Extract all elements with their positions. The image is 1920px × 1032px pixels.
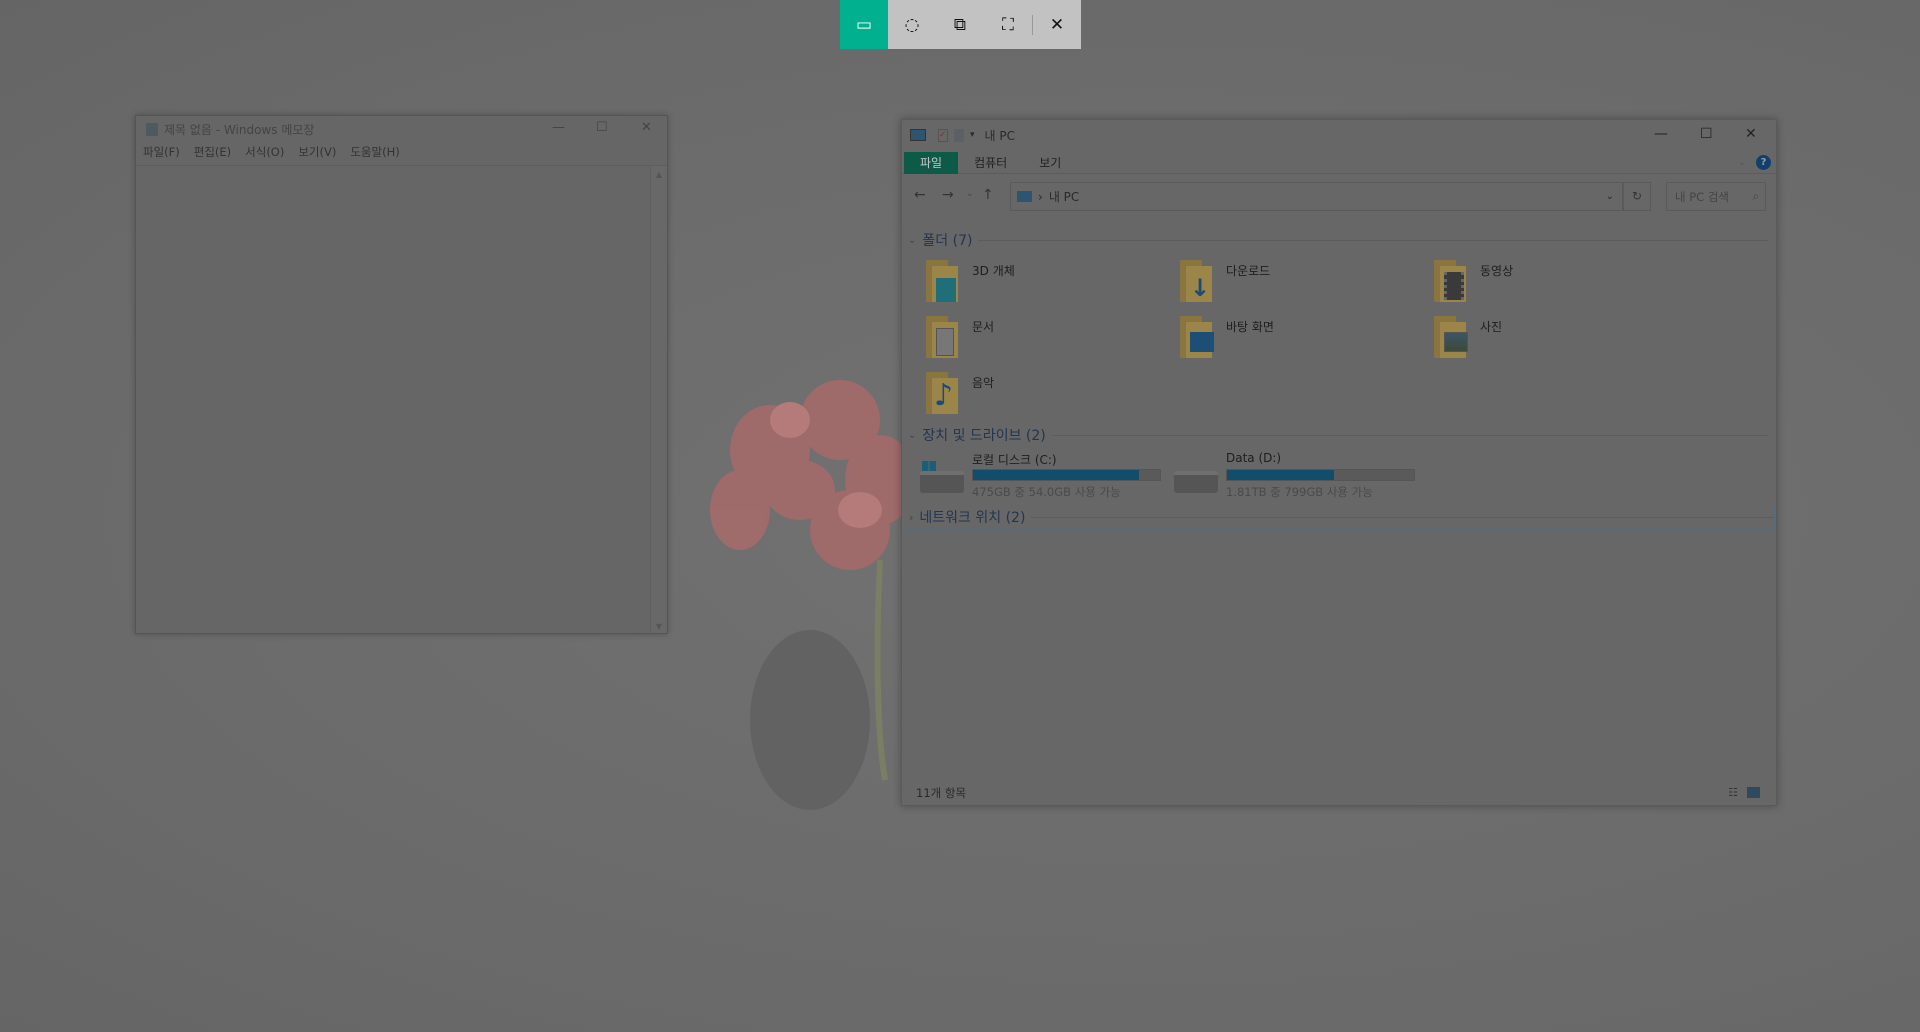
close-button[interactable]: ✕ — [1745, 126, 1757, 142]
vertical-scrollbar[interactable]: ▲ ▼ — [650, 166, 667, 633]
flower-wallpaper — [710, 380, 915, 810]
window-title: 제목 없음 - Windows 메모장 — [164, 122, 315, 137]
fullscreen-snip-button[interactable]: ⛶ — [984, 0, 1032, 49]
menu-help[interactable]: 도움말(H) — [350, 144, 399, 160]
breadcrumb-separator-icon: › — [1038, 189, 1043, 204]
refresh-button[interactable]: ↻ — [1623, 182, 1651, 211]
close-snip-button[interactable]: ✕ — [1033, 0, 1081, 49]
forward-icon[interactable]: → — [942, 187, 954, 203]
status-bar-item-count: 11개 항목 — [916, 786, 967, 800]
address-bar[interactable]: › 내 PC ⌄ — [1010, 182, 1623, 211]
drive-item-c[interactable]: 로컬 디스크 (C:) 475GB 중 54.0GB 사용 가능 — [920, 449, 1180, 499]
close-button[interactable]: ✕ — [641, 120, 652, 135]
fullscreen-icon: ⛶ — [1002, 14, 1014, 35]
notepad-window: 제목 없음 - Windows 메모장 — ☐ ✕ 파일(F) 편집(E) 서식… — [135, 115, 668, 634]
file-explorer-window: ✓ ▾ 내 PC — ☐ ✕ 파일 컴퓨터 보기 ⌄ ? ← → ⌄ ↑ › 내… — [901, 119, 1777, 806]
close-icon: ✕ — [1049, 14, 1065, 35]
tab-computer[interactable]: 컴퓨터 — [958, 152, 1023, 174]
freeform-icon: ◌ — [904, 14, 920, 35]
section-title: 네트워크 위치 (2) — [919, 510, 1026, 526]
section-title: 장치 및 드라이브 (2) — [922, 428, 1046, 444]
drive-item-d[interactable]: Data (D:) 1.81TB 중 799GB 사용 가능 — [1174, 449, 1434, 499]
address-dropdown-icon[interactable]: ⌄ — [1606, 191, 1614, 202]
drive-usage-bar — [972, 469, 1161, 481]
picture-icon — [1444, 332, 1468, 352]
drive-usage-fill — [973, 470, 1140, 480]
search-icon: ⌕ — [1752, 189, 1759, 203]
document-icon — [936, 328, 954, 356]
chevron-down-icon: ⌄ — [908, 234, 917, 246]
navigation-bar: ← → ⌄ ↑ › 내 PC ⌄ ↻ 내 PC 검색 ⌕ — [902, 182, 1776, 212]
window-snip-button[interactable]: ⧉ — [936, 0, 984, 49]
menu-bar: 파일(F) 편집(E) 서식(O) 보기(V) 도움말(H) — [136, 142, 667, 162]
network-section-header[interactable]: › 네트워크 위치 (2) — [903, 503, 1775, 531]
film-icon — [1444, 272, 1464, 300]
drive-usage-bar — [1226, 469, 1415, 481]
menu-edit[interactable]: 편집(E) — [194, 144, 231, 160]
recent-locations-icon[interactable]: ⌄ — [966, 189, 974, 199]
section-title: 폴더 (7) — [922, 233, 973, 249]
devices-section-header[interactable]: ⌄ 장치 및 드라이브 (2) — [908, 425, 1768, 445]
divider — [1051, 434, 1768, 436]
minimize-button[interactable]: — — [1654, 126, 1668, 142]
window-icon: ⧉ — [953, 14, 967, 35]
help-icon[interactable]: ? — [1756, 155, 1771, 170]
drive-usage-fill — [1227, 470, 1334, 480]
chevron-right-icon: › — [909, 510, 914, 524]
menu-file[interactable]: 파일(F) — [143, 144, 180, 160]
folders-section-header[interactable]: ⌄ 폴더 (7) — [908, 230, 1768, 250]
rectangle-plus-icon: ▭ — [855, 14, 873, 35]
menu-view[interactable]: 보기(V) — [298, 144, 336, 160]
computer-icon — [910, 129, 926, 141]
search-input[interactable]: 내 PC 검색 ⌕ — [1666, 182, 1766, 211]
hard-drive-icon — [920, 471, 964, 493]
hard-drive-icon — [1174, 471, 1218, 493]
text-area[interactable]: ▲ ▼ — [136, 165, 667, 633]
maximize-button[interactable]: ☐ — [1700, 126, 1713, 142]
freeform-snip-button[interactable]: ◌ — [888, 0, 936, 49]
rectangular-snip-button[interactable]: ▭ — [840, 0, 888, 49]
details-view-icon[interactable]: ☷ — [1728, 786, 1738, 799]
cube-icon — [936, 278, 956, 302]
large-icons-view-icon[interactable] — [1747, 787, 1760, 798]
search-placeholder: 내 PC 검색 — [1675, 189, 1730, 204]
new-folder-icon[interactable] — [954, 128, 964, 142]
ribbon-tabs: 파일 컴퓨터 보기 ⌄ ? — [902, 151, 1776, 174]
folder-item-music[interactable]: ♪ 음악 — [926, 372, 1166, 422]
divider — [1031, 516, 1774, 518]
properties-icon[interactable]: ✓ — [938, 128, 948, 142]
menu-format[interactable]: 서식(O) — [245, 144, 284, 160]
folder-item-documents[interactable]: 문서 — [926, 316, 1166, 366]
up-icon[interactable]: ↑ — [982, 187, 994, 203]
notepad-icon — [146, 122, 158, 136]
tab-file[interactable]: 파일 — [904, 151, 959, 174]
folder-item-desktop[interactable]: 바탕 화면 — [1180, 316, 1420, 366]
window-title: 내 PC — [984, 128, 1016, 143]
desktop-screen-icon — [1190, 332, 1214, 352]
maximize-button[interactable]: ☐ — [596, 120, 608, 135]
music-note-icon: ♪ — [934, 378, 954, 413]
back-icon[interactable]: ← — [914, 187, 926, 203]
breadcrumb-this-pc[interactable]: 내 PC — [1049, 188, 1079, 205]
divider — [978, 239, 1768, 241]
expand-ribbon-icon[interactable]: ⌄ — [1738, 157, 1746, 168]
explorer-titlebar[interactable]: ✓ ▾ 내 PC — [902, 120, 1776, 150]
snipping-toolbar: ▭ ◌ ⧉ ⛶ ✕ — [840, 0, 1081, 49]
chevron-down-icon: ⌄ — [908, 429, 917, 441]
computer-icon — [1017, 191, 1032, 202]
folder-item-pictures[interactable]: 사진 — [1434, 316, 1674, 366]
folder-item-videos[interactable]: 동영상 — [1434, 260, 1674, 310]
notepad-titlebar[interactable]: 제목 없음 - Windows 메모장 — [136, 116, 667, 142]
download-arrow-icon: ↓ — [1190, 274, 1211, 302]
minimize-button[interactable]: — — [552, 120, 565, 135]
customize-quick-access-icon[interactable]: ▾ — [970, 130, 975, 140]
tab-view[interactable]: 보기 — [1023, 152, 1077, 174]
folder-item-downloads[interactable]: ↓ 다운로드 — [1180, 260, 1420, 310]
folder-item-3d-objects[interactable]: 3D 개체 — [926, 260, 1166, 310]
